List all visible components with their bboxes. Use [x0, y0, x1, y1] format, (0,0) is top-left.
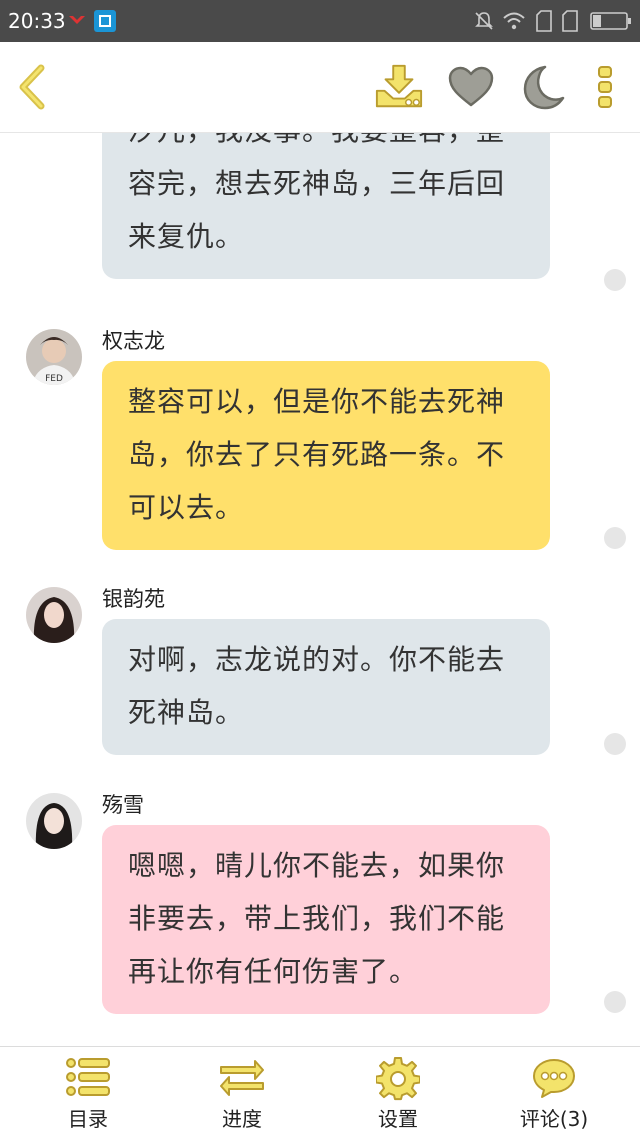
sender-name: 权志龙	[102, 329, 165, 353]
status-bar: 20:33	[0, 0, 640, 42]
avatar[interactable]: FED	[26, 329, 82, 385]
nav-comments[interactable]: 评论(3)	[474, 1047, 634, 1139]
screenshot-icon	[94, 10, 116, 32]
nav-label: 评论(3)	[519, 1107, 589, 1131]
wifi-icon	[502, 11, 526, 31]
status-time: 20:33	[8, 9, 66, 33]
nav-catalog[interactable]: 目录	[8, 1047, 168, 1139]
message-dot[interactable]	[604, 527, 626, 549]
moon-icon	[523, 65, 565, 110]
more-icon	[598, 66, 612, 108]
avatar[interactable]	[26, 793, 82, 849]
nav-settings[interactable]: 设置	[318, 1047, 478, 1139]
nav-progress[interactable]: 进度	[162, 1047, 322, 1139]
sim1-icon	[536, 10, 552, 32]
heart-icon	[448, 66, 494, 107]
bottom-nav: 目录 进度 设置 评论(3)	[0, 1046, 640, 1139]
download-icon	[375, 64, 423, 108]
svg-text:FED: FED	[45, 374, 63, 384]
app-notification-icon	[68, 14, 86, 26]
gear-icon	[375, 1056, 421, 1105]
message-bubble: 嗯嗯，晴儿你不能去，如果你非要去，带上我们，我们不能再让你有任何伤害了。	[102, 825, 550, 1014]
download-button[interactable]	[374, 62, 424, 112]
comment-icon	[531, 1057, 577, 1103]
list-icon	[65, 1057, 111, 1101]
message-dot[interactable]	[604, 733, 626, 755]
nav-label: 进度	[222, 1107, 262, 1131]
favorite-button[interactable]	[446, 62, 496, 112]
mute-icon	[474, 11, 494, 31]
reader-toolbar	[0, 42, 640, 133]
battery-icon	[590, 12, 632, 30]
message-dot[interactable]	[604, 991, 626, 1013]
nav-label: 目录	[68, 1107, 108, 1131]
back-icon	[19, 64, 45, 110]
swap-arrows-icon	[219, 1057, 265, 1101]
sender-name: 银韵苑	[102, 587, 165, 611]
message-bubble: 汐儿，我没事。我要整容，整容完，想去死神岛，三年后回来复仇。	[102, 133, 550, 279]
message-bubble: 对啊，志龙说的对。你不能去死神岛。	[102, 619, 550, 755]
back-button[interactable]	[8, 62, 58, 112]
sim2-icon	[562, 10, 578, 32]
avatar[interactable]	[26, 587, 82, 643]
night-mode-button[interactable]	[518, 62, 568, 112]
more-button[interactable]	[580, 62, 630, 112]
message-bubble: 整容可以，但是你不能去死神岛，你去了只有死路一条。不可以去。	[102, 361, 550, 550]
chat-area[interactable]: 汐儿，我没事。我要整容，整容完，想去死神岛，三年后回来复仇。 FED 权志龙 整…	[0, 133, 640, 1045]
message-dot[interactable]	[604, 269, 626, 291]
sender-name: 殇雪	[102, 793, 144, 817]
nav-label: 设置	[378, 1107, 418, 1131]
